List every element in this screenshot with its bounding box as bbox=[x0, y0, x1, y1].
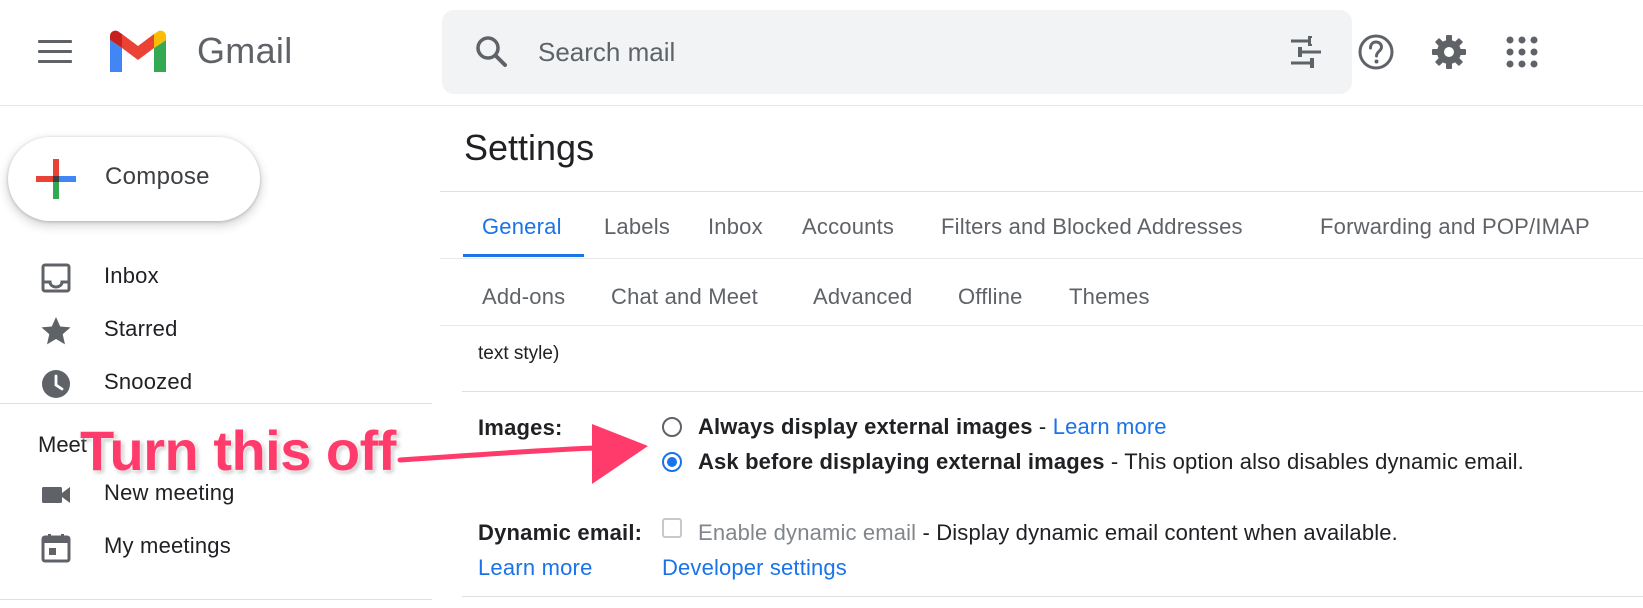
gmail-logo-icon[interactable] bbox=[106, 28, 170, 76]
sidebar-item-label: Snoozed bbox=[104, 369, 193, 394]
previous-setting-text: text style) bbox=[478, 343, 560, 364]
top-bar: Gmail bbox=[0, 0, 1643, 106]
calendar-icon bbox=[41, 534, 71, 563]
tab-themes[interactable]: Themes bbox=[1069, 284, 1150, 310]
clock-icon bbox=[42, 370, 70, 398]
sidebar-item-starred[interactable]: Starred bbox=[0, 305, 420, 355]
sidebar-item-label: My meetings bbox=[104, 533, 231, 558]
settings-gear-icon[interactable] bbox=[1429, 32, 1469, 72]
search-icon[interactable] bbox=[472, 32, 512, 72]
option-label: Ask before displaying external images bbox=[698, 449, 1105, 474]
help-icon[interactable] bbox=[1356, 32, 1396, 72]
dynamic-email-learn-more-link[interactable]: Learn more bbox=[478, 555, 593, 581]
settings-row-divider bbox=[462, 391, 1643, 392]
ask-before-displaying-images-radio[interactable] bbox=[662, 452, 682, 472]
star-icon bbox=[41, 317, 71, 345]
annotation-arrow-icon bbox=[397, 424, 648, 484]
sidebar-item-label: Starred bbox=[104, 316, 178, 341]
videocam-icon bbox=[42, 487, 70, 503]
settings-row-divider bbox=[462, 596, 1643, 597]
tab-inbox[interactable]: Inbox bbox=[708, 214, 763, 240]
tab-filters-and-blocked-addresses[interactable]: Filters and Blocked Addresses bbox=[941, 214, 1243, 240]
gmail-wordmark[interactable]: Gmail bbox=[197, 30, 293, 72]
option-description: - This option also disables dynamic emai… bbox=[1104, 449, 1524, 474]
divider bbox=[440, 258, 1643, 259]
compose-plus-icon bbox=[36, 159, 76, 199]
active-tab-indicator bbox=[463, 254, 584, 257]
developer-settings-link[interactable]: Developer settings bbox=[662, 555, 847, 581]
ask-before-displaying-images-option: Ask before displaying external images - … bbox=[698, 449, 1524, 475]
sidebar-item-snoozed[interactable]: Snoozed bbox=[0, 358, 420, 408]
compose-label: Compose bbox=[105, 163, 210, 190]
tab-add-ons[interactable]: Add-ons bbox=[482, 284, 565, 310]
divider bbox=[440, 325, 1643, 326]
learn-more-link[interactable]: Learn more bbox=[1053, 414, 1167, 439]
search-options-icon[interactable] bbox=[1288, 34, 1324, 70]
divider bbox=[440, 191, 1643, 192]
dynamic-email-option: Enable dynamic email - Display dynamic e… bbox=[698, 520, 1398, 546]
enable-dynamic-email-checkbox[interactable] bbox=[662, 518, 682, 538]
tab-chat-and-meet[interactable]: Chat and Meet bbox=[611, 284, 758, 310]
search-bar[interactable] bbox=[442, 10, 1352, 94]
sidebar-item-label: Inbox bbox=[104, 263, 159, 288]
inbox-icon bbox=[41, 263, 71, 293]
option-description: - Display dynamic email content when ava… bbox=[916, 520, 1398, 545]
compose-button[interactable]: Compose bbox=[8, 137, 260, 221]
sidebar-item-inbox[interactable]: Inbox bbox=[0, 252, 420, 302]
tab-general[interactable]: General bbox=[482, 214, 562, 240]
page-title: Settings bbox=[464, 127, 595, 168]
tab-offline[interactable]: Offline bbox=[958, 284, 1023, 310]
main-menu-icon[interactable] bbox=[38, 40, 72, 68]
apps-grid-icon[interactable] bbox=[1502, 32, 1542, 72]
always-display-images-radio[interactable] bbox=[662, 417, 682, 437]
sidebar-divider bbox=[0, 599, 432, 600]
tab-labels[interactable]: Labels bbox=[604, 214, 670, 240]
tab-accounts[interactable]: Accounts bbox=[802, 214, 894, 240]
sidebar-item-label: New meeting bbox=[104, 480, 235, 505]
sidebar-item-my-meetings[interactable]: My meetings bbox=[0, 522, 420, 572]
tab-advanced[interactable]: Advanced bbox=[813, 284, 912, 310]
option-separator: - bbox=[1032, 414, 1053, 439]
dynamic-email-setting-label: Dynamic email: bbox=[478, 520, 643, 545]
tab-forwarding-and-pop-imap[interactable]: Forwarding and POP/IMAP bbox=[1320, 214, 1590, 240]
sidebar-divider bbox=[0, 403, 432, 404]
option-label: Enable dynamic email bbox=[698, 520, 917, 545]
search-input[interactable] bbox=[538, 34, 1218, 70]
always-display-images-option: Always display external images - Learn m… bbox=[698, 414, 1167, 440]
option-label: Always display external images bbox=[698, 414, 1033, 439]
annotation-callout-text: Turn this off bbox=[80, 419, 396, 482]
